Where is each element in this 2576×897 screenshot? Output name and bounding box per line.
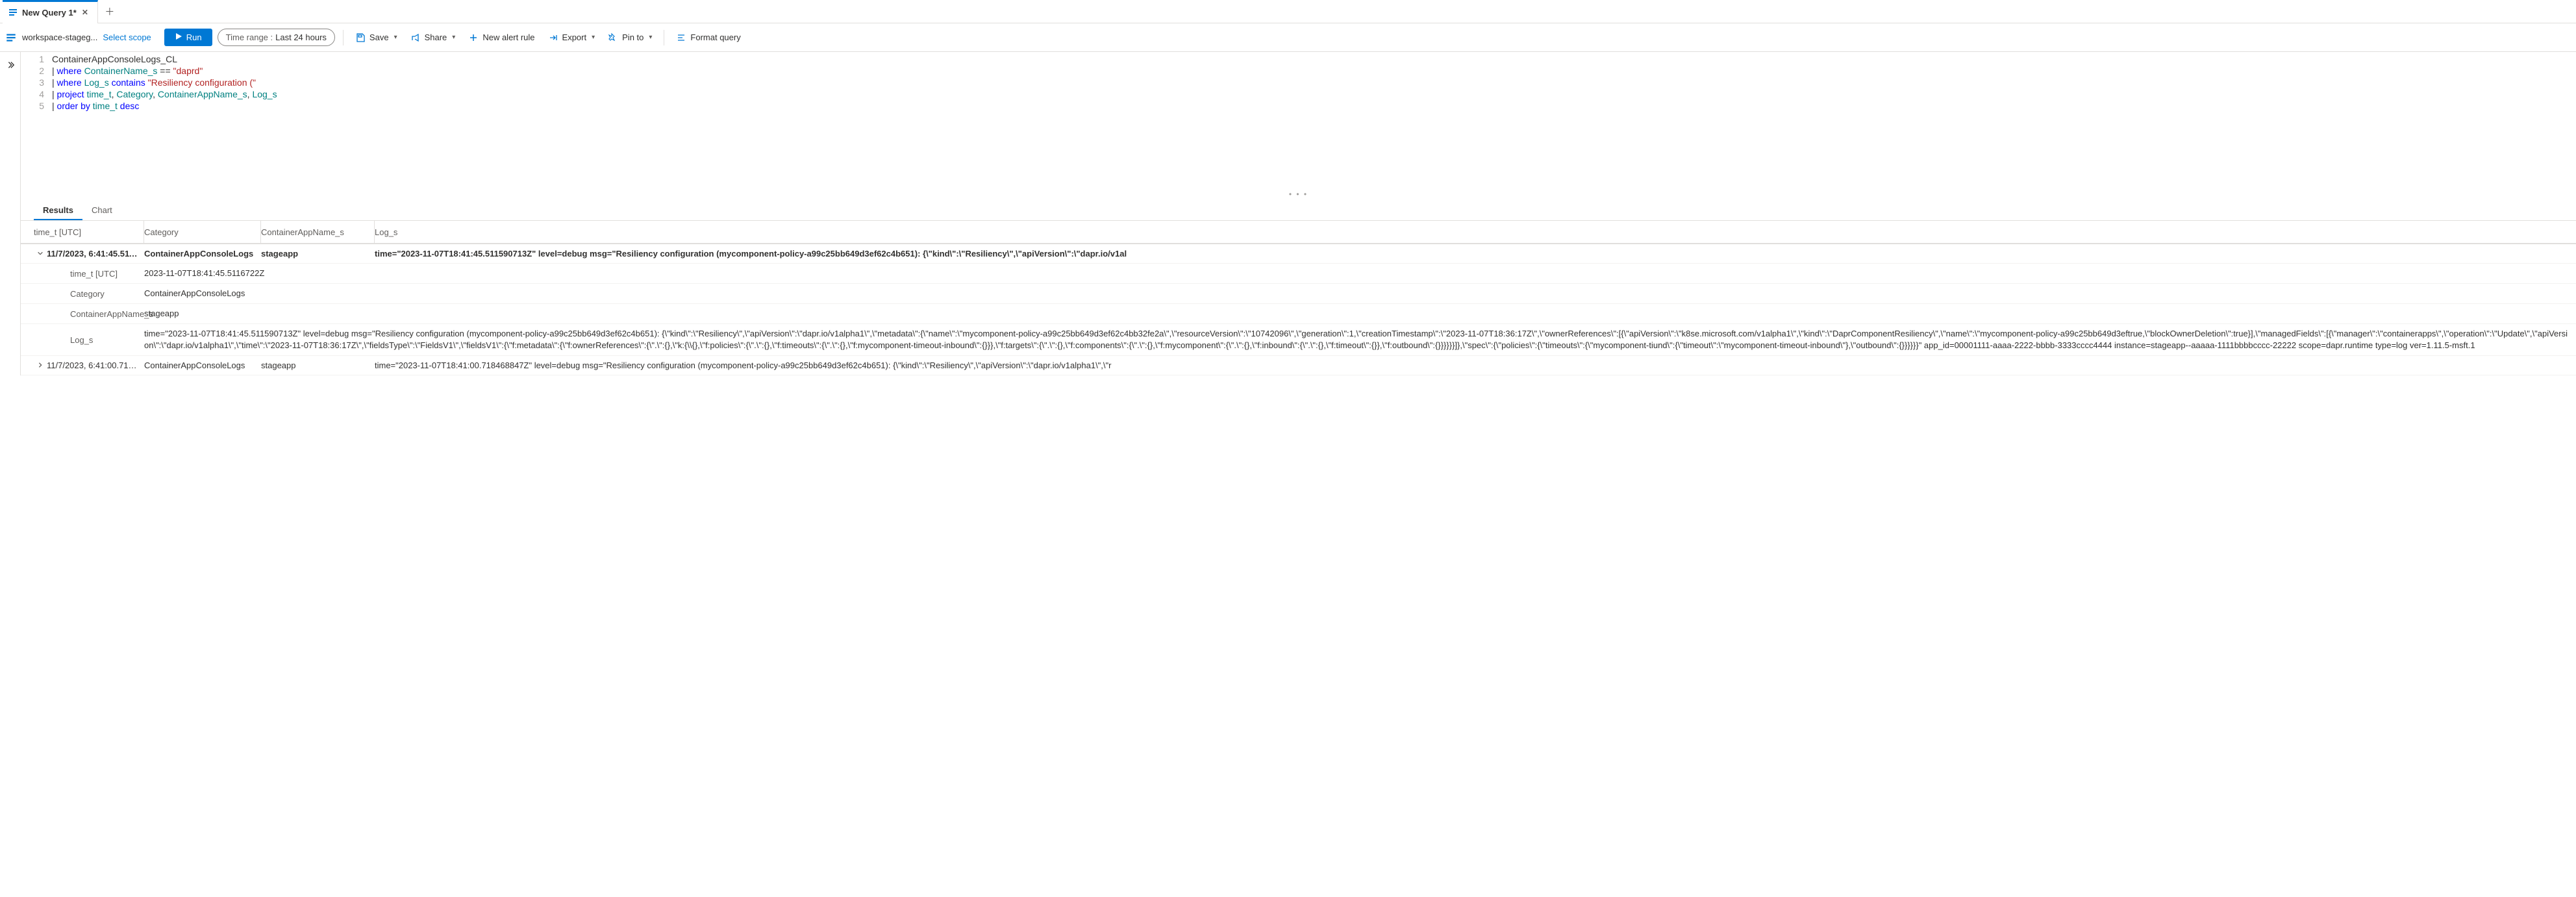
save-icon (355, 32, 366, 43)
cell-log: time="2023-11-07T18:41:45.511590713Z" le… (375, 249, 2576, 259)
query-tab-bar: New Query 1* ✕ ＋ (0, 0, 2576, 23)
chevron-right-icon[interactable] (34, 362, 47, 368)
column-header-category[interactable]: Category (144, 221, 261, 243)
chevron-down-icon: ▾ (592, 34, 595, 41)
code-area[interactable]: ContainerAppConsoleLogs_CL| where Contai… (52, 53, 2576, 112)
cell-app: stageapp (261, 360, 375, 370)
new-alert-label: New alert rule (482, 32, 534, 42)
query-editor[interactable]: 12345 ContainerAppConsoleLogs_CL| where … (21, 52, 2576, 190)
time-range-label: Time range : (226, 32, 273, 42)
cell-category: ContainerAppConsoleLogs (144, 360, 261, 370)
logs-icon (8, 7, 18, 18)
share-icon (410, 32, 421, 43)
share-label: Share (425, 32, 447, 42)
detail-key: ContainerAppName_s (21, 309, 144, 319)
row-detail: time_t [UTC]2023-11-07T18:41:45.5116722Z… (21, 264, 2576, 356)
cell-time: 11/7/2023, 6:41:45.511 ... (47, 249, 143, 259)
run-label: Run (186, 32, 202, 42)
column-header-time[interactable]: time_t [UTC] (21, 221, 144, 243)
save-button[interactable]: Save ▾ (351, 30, 401, 45)
workspace-icon (5, 32, 17, 44)
left-rail (0, 52, 21, 375)
select-scope-link[interactable]: Select scope (103, 32, 151, 42)
chevron-down-icon[interactable] (34, 250, 47, 257)
tab-results[interactable]: Results (34, 200, 82, 220)
detail-value: time="2023-11-07T18:41:45.511590713Z" le… (144, 324, 2576, 355)
pin-to-label: Pin to (622, 32, 644, 42)
new-tab-button[interactable]: ＋ (98, 0, 121, 23)
main-area: 12345 ContainerAppConsoleLogs_CL| where … (0, 52, 2576, 375)
share-button[interactable]: Share ▾ (406, 30, 460, 45)
grid-body: 11/7/2023, 6:41:45.511 ...ContainerAppCo… (21, 244, 2576, 375)
expand-panel-button[interactable] (3, 57, 18, 73)
detail-key: Category (21, 289, 144, 299)
export-label: Export (562, 32, 587, 42)
play-icon (175, 32, 182, 42)
table-row[interactable]: 11/7/2023, 6:41:45.511 ...ContainerAppCo… (21, 244, 2576, 264)
results-grid: time_t [UTC] Category ContainerAppName_s… (21, 221, 2576, 375)
time-range-picker[interactable]: Time range : Last 24 hours (218, 29, 335, 46)
pin-to-button[interactable]: Pin to ▾ (604, 30, 656, 45)
workspace-name: workspace-stageg... (22, 32, 97, 42)
detail-value: ContainerAppConsoleLogs (144, 284, 2576, 303)
detail-value: stageapp (144, 304, 2576, 323)
tab-chart[interactable]: Chart (82, 200, 121, 220)
column-header-log[interactable]: Log_s (375, 221, 2576, 243)
chevron-down-icon: ▾ (394, 34, 397, 41)
detail-value: 2023-11-07T18:41:45.5116722Z (144, 264, 2576, 283)
export-icon (548, 32, 558, 43)
tab-title: New Query 1* (22, 8, 77, 18)
cell-category: ContainerAppConsoleLogs (144, 249, 261, 259)
cell-time: 11/7/2023, 6:41:00.718 PM (47, 360, 144, 370)
splitter-handle[interactable]: • • • (21, 190, 2576, 200)
query-tab-active[interactable]: New Query 1* ✕ (3, 0, 98, 23)
column-header-app[interactable]: ContainerAppName_s (261, 221, 375, 243)
run-button[interactable]: Run (164, 29, 212, 46)
detail-key: Log_s (21, 335, 144, 345)
detail-key: time_t [UTC] (21, 269, 144, 279)
cell-app: stageapp (261, 249, 375, 259)
result-tab-bar: Results Chart (21, 200, 2576, 221)
grid-header: time_t [UTC] Category ContainerAppName_s… (21, 221, 2576, 244)
chevron-down-icon: ▾ (452, 34, 455, 41)
format-query-button[interactable]: Format query (672, 30, 744, 45)
format-icon (676, 32, 686, 43)
format-label: Format query (690, 32, 740, 42)
close-icon[interactable]: ✕ (81, 6, 90, 18)
time-range-value: Last 24 hours (275, 32, 327, 42)
export-button[interactable]: Export ▾ (544, 30, 599, 45)
save-label: Save (369, 32, 389, 42)
separator (343, 30, 344, 45)
plus-icon (468, 32, 479, 43)
cell-log: time="2023-11-07T18:41:00.718468847Z" le… (375, 360, 2576, 370)
chevron-down-icon: ▾ (649, 34, 652, 41)
table-row[interactable]: 11/7/2023, 6:41:00.718 PMContainerAppCon… (21, 356, 2576, 375)
content-area: 12345 ContainerAppConsoleLogs_CL| where … (21, 52, 2576, 375)
query-toolbar: workspace-stageg... Select scope Run Tim… (0, 23, 2576, 52)
new-alert-button[interactable]: New alert rule (464, 30, 538, 45)
pin-icon (608, 32, 618, 43)
line-numbers: 12345 (21, 53, 52, 112)
